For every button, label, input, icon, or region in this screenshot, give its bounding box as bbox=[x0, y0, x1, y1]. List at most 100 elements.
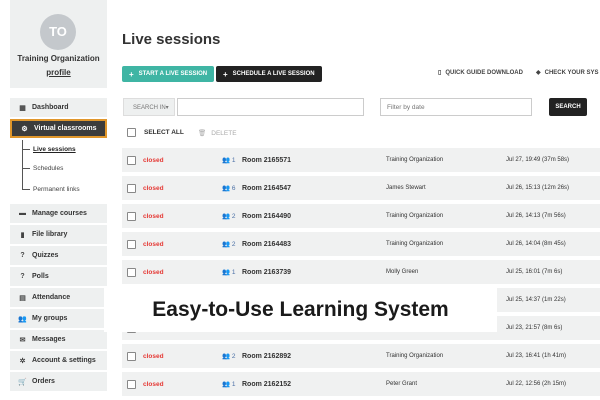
sidebar-item-label: Attendance bbox=[32, 294, 71, 301]
check-system-link[interactable]: ◆ CHECK YOUR SYS bbox=[536, 69, 599, 76]
session-date: Jul 25, 14:37 (1m 22s) bbox=[506, 297, 566, 303]
schedule-live-session-button[interactable]: + SCHEDULE A LIVE SESSION bbox=[216, 66, 322, 82]
row-checkbox[interactable] bbox=[127, 380, 136, 389]
row-checkbox[interactable] bbox=[127, 156, 136, 165]
session-owner: James Stewart bbox=[386, 185, 426, 191]
profile-link[interactable]: profile bbox=[10, 68, 107, 77]
session-date: Jul 23, 16:41 (1h 41m) bbox=[506, 353, 567, 359]
sidebar-item-label: Orders bbox=[32, 378, 55, 385]
file-icon: ▮ bbox=[20, 231, 25, 239]
session-owner: Training Organization bbox=[386, 213, 444, 219]
participant-count: 1 bbox=[231, 381, 236, 388]
table-row[interactable]: closed 👥 1 Room 2162152 Peter Grant Jul 22, … bbox=[122, 372, 600, 396]
participant-count: 6 bbox=[231, 185, 236, 192]
table-row[interactable]: closed 👥 2 Room 2162892 Training Organizati… bbox=[122, 344, 600, 368]
button-label: START A LIVE SESSION bbox=[138, 71, 208, 77]
caption-banner: Easy-to-Use Learning System bbox=[104, 288, 497, 332]
sidebar-item-label: Messages bbox=[32, 336, 66, 343]
row-checkbox[interactable] bbox=[127, 268, 136, 277]
room-name[interactable]: Room 2162152 bbox=[242, 381, 291, 388]
table-row[interactable]: closed 👥 2 Room 2164490 Training Organizati… bbox=[122, 204, 600, 228]
tree-tick bbox=[22, 168, 30, 169]
subnav-schedules[interactable]: Schedules bbox=[22, 165, 63, 172]
dashboard-icon: ▦ bbox=[19, 104, 26, 112]
table-row[interactable]: closed 👥 6 Room 2164547 James Stewart Jul 26… bbox=[122, 176, 600, 200]
delete-label: DELETE bbox=[211, 130, 237, 137]
courses-icon: ▬ bbox=[19, 210, 26, 217]
org-card: TO Training Organization profile bbox=[10, 0, 107, 88]
room-name[interactable]: Room 2164547 bbox=[242, 185, 291, 192]
room-name[interactable]: Room 2164490 bbox=[242, 213, 291, 220]
row-checkbox[interactable] bbox=[127, 352, 136, 361]
session-status: closed bbox=[143, 157, 164, 164]
session-status: closed bbox=[143, 241, 164, 248]
participant-count: 1 bbox=[231, 157, 236, 164]
delete-button[interactable]: 🗑 DELETE bbox=[198, 129, 237, 137]
search-button[interactable]: SEARCH bbox=[549, 98, 587, 116]
start-live-session-button[interactable]: + START A LIVE SESSION bbox=[122, 66, 215, 82]
quick-guide-link[interactable]: ▯ QUICK GUIDE DOWNLOAD bbox=[438, 69, 523, 76]
sidebar-item-polls[interactable]: ? Polls bbox=[10, 267, 107, 286]
session-owner: Training Organization bbox=[386, 353, 444, 359]
participants-icon: 👥 2 bbox=[222, 353, 236, 360]
session-date: Jul 26, 14:04 (8m 45s) bbox=[506, 241, 566, 247]
poll-icon: ? bbox=[20, 273, 25, 280]
sidebar-item-attendance[interactable]: ▤ Attendance bbox=[10, 288, 107, 307]
sidebar-item-manage-courses[interactable]: ▬ Manage courses bbox=[10, 204, 107, 223]
plus-icon: + bbox=[129, 69, 134, 79]
org-name: Training Organization bbox=[17, 54, 100, 63]
sidebar-item-label: Virtual classrooms bbox=[34, 125, 97, 132]
sidebar-nav: ▦ Dashboard ⚙ Virtual classrooms Live se… bbox=[10, 98, 107, 393]
attendance-icon: ▤ bbox=[19, 294, 26, 302]
session-date: Jul 27, 19:49 (37m 58s) bbox=[506, 157, 570, 163]
sidebar-item-label: Manage courses bbox=[32, 210, 87, 217]
groups-icon: 👥 bbox=[18, 315, 27, 323]
sidebar-item-label: Quizzes bbox=[32, 252, 59, 259]
room-name[interactable]: Room 2162892 bbox=[242, 353, 291, 360]
subnav-label: Live sessions bbox=[33, 146, 76, 153]
sidebar-item-quizzes[interactable]: ? Quizzes bbox=[10, 246, 107, 265]
button-label: SCHEDULE A LIVE SESSION bbox=[232, 71, 315, 77]
room-name[interactable]: Room 2164483 bbox=[242, 241, 291, 248]
sidebar-item-messages[interactable]: ✉ Messages bbox=[10, 330, 107, 349]
session-owner: Training Organization bbox=[386, 241, 444, 247]
room-name[interactable]: Room 2163739 bbox=[242, 269, 291, 276]
row-checkbox[interactable] bbox=[127, 184, 136, 193]
sidebar-item-label: My groups bbox=[32, 315, 68, 322]
session-status: closed bbox=[143, 353, 164, 360]
table-row[interactable]: closed 👥 1 Room 2163739 Molly Green Jul 25, … bbox=[122, 260, 600, 284]
search-in-dropdown[interactable]: SEARCH IN▾ bbox=[123, 98, 175, 116]
sidebar-item-my-groups[interactable]: 👥 My groups bbox=[10, 309, 107, 328]
messages-icon: ✉ bbox=[19, 336, 26, 344]
plus-icon: + bbox=[223, 69, 228, 79]
session-status: closed bbox=[143, 185, 164, 192]
link-label: QUICK GUIDE DOWNLOAD bbox=[445, 70, 523, 76]
table-row[interactable]: closed 👥 1 Room 2165571 Training Organizati… bbox=[122, 148, 600, 172]
participant-count: 2 bbox=[231, 241, 236, 248]
session-owner: Peter Grant bbox=[386, 381, 418, 387]
date-filter-input[interactable] bbox=[380, 98, 532, 116]
room-name[interactable]: Room 2165571 bbox=[242, 157, 291, 164]
session-status: closed bbox=[143, 269, 164, 276]
session-date: Jul 26, 15:13 (12m 26s) bbox=[506, 185, 570, 191]
sidebar-item-dashboard[interactable]: ▦ Dashboard bbox=[10, 98, 107, 117]
participants-icon: 👥 6 bbox=[222, 185, 236, 192]
select-all-control[interactable]: SELECT ALL bbox=[127, 128, 184, 137]
classroom-icon: ⚙ bbox=[21, 125, 28, 133]
row-checkbox[interactable] bbox=[127, 212, 136, 221]
select-all-label: SELECT ALL bbox=[144, 129, 184, 136]
row-checkbox[interactable] bbox=[127, 240, 136, 249]
sidebar-item-account-settings[interactable]: ✲ Account & settings bbox=[10, 351, 107, 370]
sidebar-item-orders[interactable]: 🛒 Orders bbox=[10, 372, 107, 391]
select-all-checkbox[interactable] bbox=[127, 128, 136, 137]
search-input[interactable] bbox=[177, 98, 364, 116]
table-row[interactable]: closed 👥 2 Room 2164483 Training Organizati… bbox=[122, 232, 600, 256]
session-owner: Molly Green bbox=[386, 269, 419, 275]
subnav-permanent-links[interactable]: Permanent links bbox=[22, 186, 80, 193]
sidebar-item-virtual-classrooms[interactable]: ⚙ Virtual classrooms bbox=[10, 119, 107, 138]
table-toolbar: SELECT ALL 🗑 DELETE bbox=[122, 124, 600, 142]
sidebar-item-file-library[interactable]: ▮ File library bbox=[10, 225, 107, 244]
settings-icon: ✲ bbox=[19, 357, 26, 365]
session-owner: Training Organization bbox=[386, 157, 444, 163]
subnav-live-sessions[interactable]: Live sessions bbox=[22, 146, 76, 153]
